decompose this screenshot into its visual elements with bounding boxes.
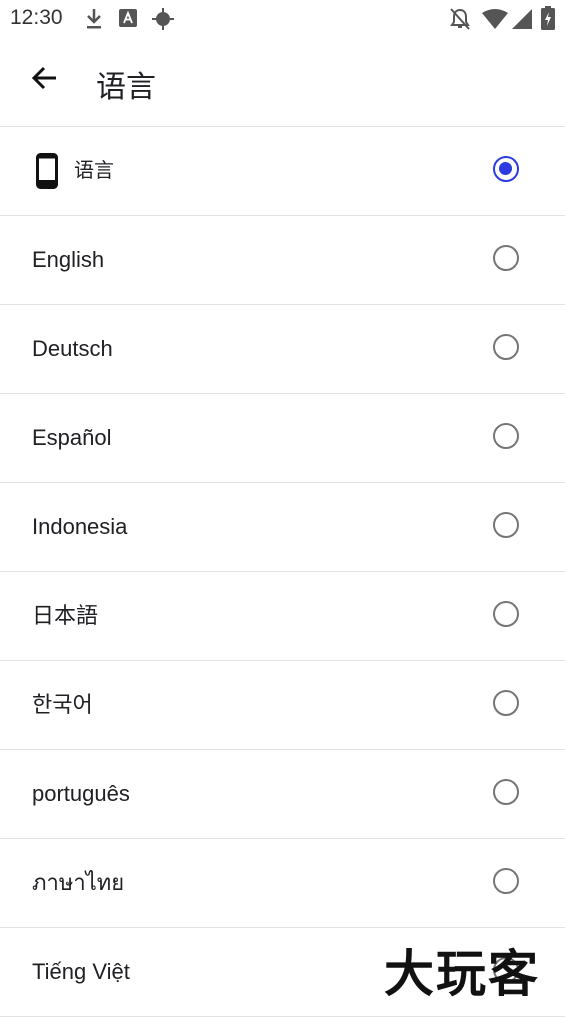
gps-icon (151, 7, 175, 35)
language-label: Deutsch (32, 336, 113, 361)
language-label: português (32, 781, 130, 806)
phone-icon (36, 153, 58, 193)
arrow-left-icon (30, 64, 58, 96)
language-option-thai[interactable]: ภาษาไทย (0, 839, 565, 928)
language-label: ภาษาไทย (32, 870, 125, 895)
status-bar: 12:30 (0, 0, 565, 38)
font-a-icon (119, 9, 137, 31)
radio-unselected[interactable] (493, 245, 519, 271)
status-time: 12:30 (10, 6, 63, 29)
language-label: 语言 (74, 160, 114, 182)
language-option-deutsch[interactable]: Deutsch (0, 305, 565, 394)
radio-unselected[interactable] (493, 423, 519, 449)
download-icon (84, 7, 104, 35)
watermark-logo: 大玩客 (384, 945, 540, 1003)
language-option-japanese[interactable]: 日本語 (0, 572, 565, 661)
language-label: English (32, 247, 105, 272)
page-title: 语言 (96, 70, 156, 105)
radio-unselected[interactable] (493, 512, 519, 538)
language-option-portuguese[interactable]: português (0, 750, 565, 839)
notifications-off-icon (449, 7, 471, 35)
language-label: Español (32, 425, 112, 450)
language-option-espanol[interactable]: Español (0, 394, 565, 483)
app-bar: 语言 (0, 38, 565, 127)
back-button[interactable] (22, 58, 66, 102)
language-label: 한국어 (32, 692, 93, 717)
language-option-english[interactable]: English (0, 216, 565, 305)
signal-icon (512, 9, 532, 33)
radio-unselected[interactable] (493, 779, 519, 805)
radio-unselected[interactable] (493, 601, 519, 627)
language-label: Indonesia (32, 514, 128, 539)
radio-selected[interactable] (493, 156, 519, 182)
radio-unselected[interactable] (493, 690, 519, 716)
radio-unselected[interactable] (493, 334, 519, 360)
battery-icon (541, 6, 555, 34)
language-option-system[interactable]: 语言 (0, 127, 565, 216)
radio-unselected[interactable] (493, 868, 519, 894)
language-label: Tiếng Việt (32, 959, 130, 984)
language-label: 日本語 (32, 603, 99, 628)
language-option-korean[interactable]: 한국어 (0, 661, 565, 750)
wifi-icon (482, 9, 508, 33)
language-option-indonesia[interactable]: Indonesia (0, 483, 565, 572)
language-list: 语言 English Deutsch Español Indonesia 日本語… (0, 127, 565, 1017)
